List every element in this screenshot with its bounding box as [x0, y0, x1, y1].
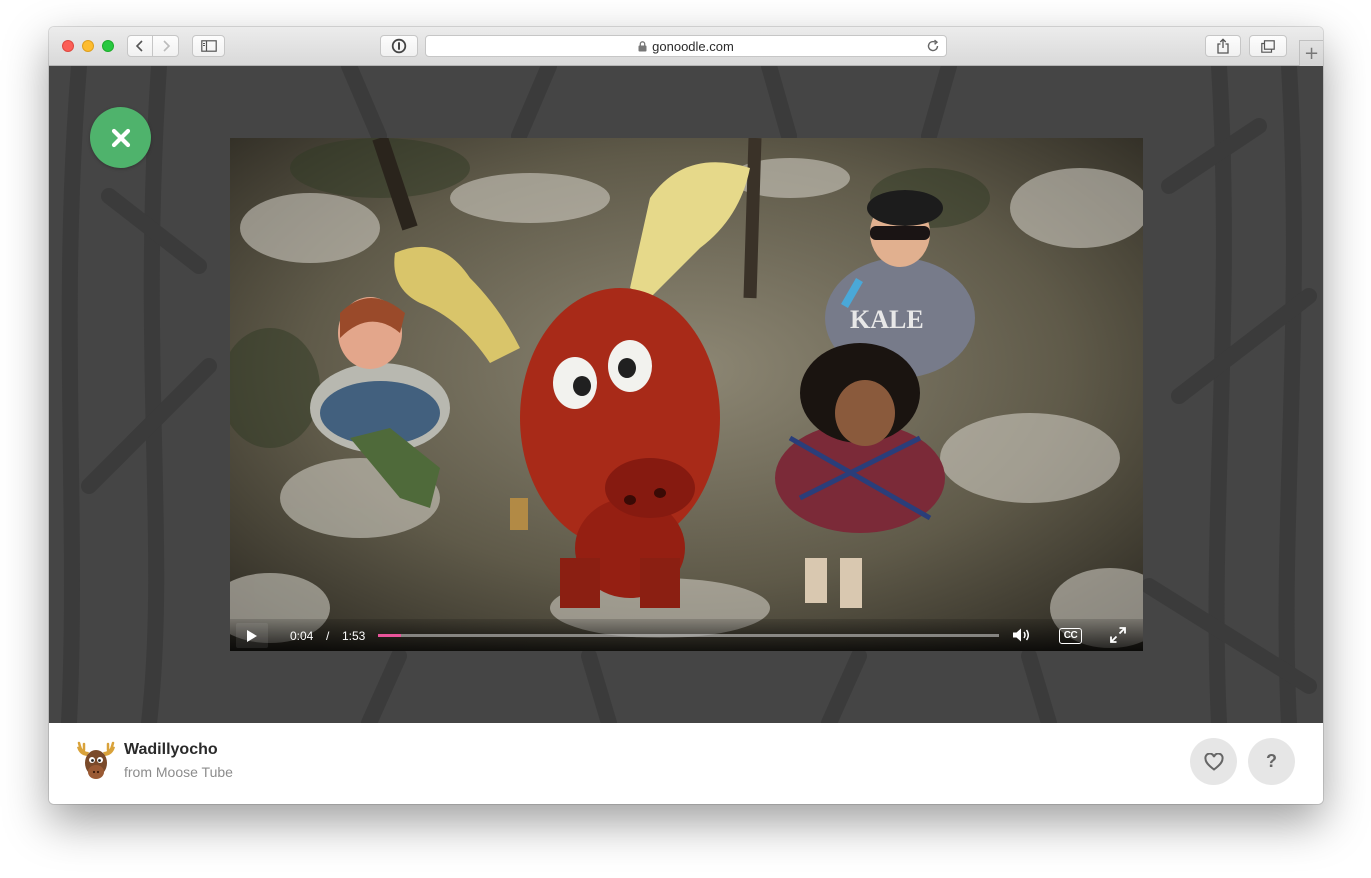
captions-button[interactable]: CC [1059, 628, 1082, 644]
duration: 1:53 [342, 629, 366, 643]
url-text: gonoodle.com [652, 38, 734, 54]
current-time: 0:04 [290, 629, 314, 643]
play-button[interactable] [236, 623, 268, 648]
forward-button[interactable] [153, 35, 179, 57]
sidebar-toggle-button[interactable] [192, 35, 225, 57]
show-tabs-button[interactable] [1249, 35, 1287, 57]
play-icon [247, 629, 257, 642]
close-video-button[interactable] [90, 107, 151, 168]
help-button[interactable]: ? [1248, 738, 1295, 785]
sidebar-icon [200, 40, 217, 52]
progress-fill [378, 634, 401, 637]
privacy-report-button[interactable] [380, 35, 418, 57]
tabs-icon [1261, 39, 1275, 53]
video-title: Wadillyocho [124, 741, 218, 758]
chevron-left-icon [135, 40, 143, 52]
back-button[interactable] [127, 35, 153, 57]
chevron-right-icon [162, 40, 170, 52]
video-info-bar: Wadillyocho from Moose Tube ? [49, 723, 1323, 804]
share-button[interactable] [1205, 35, 1241, 57]
video-source: from Moose Tube [124, 764, 233, 780]
browser-toolbar: gonoodle.com + [49, 27, 1323, 66]
heart-icon [1203, 752, 1224, 771]
favorite-button[interactable] [1190, 738, 1237, 785]
address-bar[interactable]: gonoodle.com [425, 35, 947, 57]
info-shield-icon [391, 38, 407, 54]
volume-icon[interactable] [1012, 627, 1032, 643]
shirt-text: KALE [850, 305, 924, 334]
video-frame: KALE [230, 138, 1143, 651]
fullscreen-icon[interactable] [1110, 627, 1126, 643]
new-tab-button[interactable]: + [1299, 40, 1323, 66]
close-icon [111, 128, 130, 147]
time-separator: / [326, 629, 330, 643]
window-close-button[interactable] [62, 40, 74, 52]
lock-icon [638, 40, 647, 51]
share-icon [1217, 38, 1229, 54]
progress-bar[interactable] [378, 634, 999, 637]
moose-tube-avatar [77, 741, 115, 779]
browser-window: gonoodle.com + KALE 0:04 / 1:53 CC Wadil… [49, 27, 1323, 804]
window-minimize-button[interactable] [82, 40, 94, 52]
video-controls: 0:04 / 1:53 CC [230, 619, 1143, 651]
video-overlay: KALE 0:04 / 1:53 CC [49, 66, 1323, 723]
reload-icon[interactable] [926, 39, 940, 53]
window-zoom-button[interactable] [102, 40, 114, 52]
video-player[interactable]: KALE 0:04 / 1:53 CC [230, 138, 1143, 651]
